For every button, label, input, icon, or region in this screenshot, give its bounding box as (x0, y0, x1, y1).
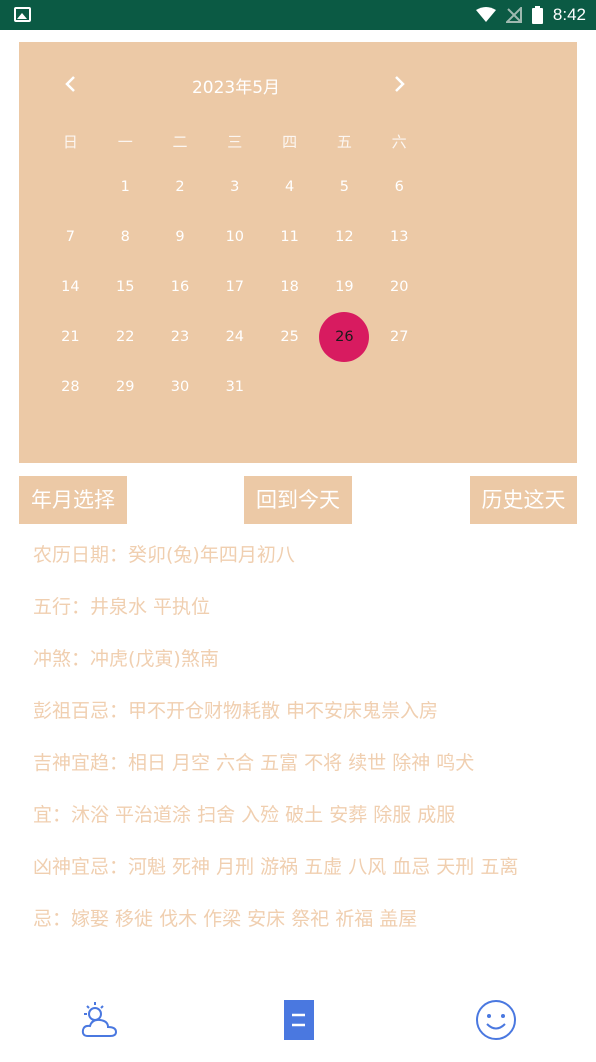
five-elements-text: 五行：井泉水 平执位 (33, 596, 211, 618)
day-cell[interactable]: 3 (207, 162, 262, 212)
status-bar: 8:42 (0, 0, 596, 30)
weekday-label: 一 (117, 133, 133, 151)
day-number: 27 (389, 329, 409, 345)
year-month-select-button[interactable]: 年月选择 (19, 476, 127, 524)
day-cell-selected[interactable]: 26 (317, 312, 372, 362)
day-number: 4 (284, 179, 295, 195)
day-number: 22 (115, 329, 135, 345)
calendar-doc-icon (284, 1000, 314, 1040)
image-notification-icon (14, 7, 31, 22)
day-cell[interactable]: 16 (153, 262, 208, 312)
day-cell[interactable]: 4 (262, 162, 317, 212)
day-cell[interactable]: 2 (153, 162, 208, 212)
weekday-header: 日一二三四五六 (43, 131, 427, 152)
day-cell[interactable]: 1 (98, 162, 153, 212)
lunar-date-text: 农历日期：癸卯(兔)年四月初八 (33, 544, 295, 566)
day-number: 5 (339, 179, 350, 195)
day-cell[interactable]: 30 (153, 362, 208, 412)
day-cell[interactable]: 7 (43, 212, 98, 262)
day-cell[interactable]: 25 (262, 312, 317, 362)
day-number: 23 (170, 329, 190, 345)
day-cell[interactable]: 10 (207, 212, 262, 262)
day-cell[interactable]: 8 (98, 212, 153, 262)
day-cell[interactable]: 21 (43, 312, 98, 362)
day-cell[interactable]: 11 (262, 212, 317, 262)
day-number: 24 (225, 329, 245, 345)
day-number: 15 (115, 279, 135, 295)
nav-calendar[interactable] (277, 998, 321, 1042)
weekday-label: 三 (227, 133, 243, 151)
suitable-text: 宜：沐浴 平治道涂 扫舍 入殓 破土 安葬 除服 成服 (33, 804, 456, 826)
day-number: 31 (225, 379, 245, 395)
day-cell[interactable]: 24 (207, 312, 262, 362)
back-to-today-button[interactable]: 回到今天 (244, 476, 352, 524)
day-number: 28 (61, 379, 80, 395)
calendar-panel: 2023年5月 日一二三四五六 1 2 3 4 5 6 7 8 9 10 11 12 13 14 15 16 1… (19, 42, 577, 463)
battery-icon (531, 6, 543, 24)
day-number: 8 (120, 229, 130, 245)
day-number: 10 (225, 229, 245, 245)
day-cell[interactable]: 27 (372, 312, 427, 362)
day-number: 6 (394, 179, 404, 195)
inauspicious-gods-text: 凶神宜忌：河魁 死神 月刑 游祸 五虚 八风 血忌 天刑 五离 (33, 856, 519, 878)
day-cell[interactable]: 6 (372, 162, 427, 212)
day-number: 11 (280, 229, 299, 245)
day-cell[interactable]: 22 (98, 312, 153, 362)
day-cell[interactable]: 20 (372, 262, 427, 312)
day-number: 3 (230, 179, 240, 195)
day-number: 20 (389, 279, 409, 295)
auspicious-gods-text: 吉神宜趋：相日 月空 六合 五富 不将 续世 除神 鸣犬 (33, 752, 475, 774)
nav-profile[interactable] (474, 998, 518, 1042)
bottom-navigation (0, 990, 596, 1062)
day-number: 29 (115, 379, 135, 395)
weekday-label: 六 (391, 133, 407, 151)
day-number: 26 (319, 312, 370, 362)
weekday-label: 二 (172, 133, 188, 151)
day-cell[interactable]: 29 (98, 362, 153, 412)
day-number: 25 (280, 329, 299, 345)
day-cell[interactable]: 18 (262, 262, 317, 312)
day-number: 17 (225, 279, 245, 295)
day-number: 16 (170, 279, 190, 295)
history-today-button[interactable]: 历史这天 (470, 476, 577, 524)
status-time: 8:42 (552, 5, 586, 24)
day-number: 9 (175, 229, 185, 245)
smiley-icon (476, 1000, 516, 1040)
day-cell[interactable]: 5 (317, 162, 372, 212)
day-number: 12 (335, 229, 354, 245)
status-icons: 8:42 (475, 4, 586, 26)
pengzu-taboo-text: 彭祖百忌：甲不开仓财物耗散 申不安床鬼祟入房 (33, 700, 439, 722)
day-cell[interactable]: 15 (98, 262, 153, 312)
day-cell[interactable]: 12 (317, 212, 372, 262)
day-number: 18 (280, 279, 299, 295)
weekday-label: 四 (282, 133, 298, 151)
day-number: 14 (61, 279, 80, 295)
day-cell[interactable]: 17 (207, 262, 262, 312)
day-number: 30 (170, 379, 190, 395)
avoid-text: 忌：嫁娶 移徙 伐木 作梁 安床 祭祀 祈福 盖屋 (33, 908, 418, 930)
wifi-icon (475, 7, 496, 22)
day-number: 21 (61, 329, 80, 345)
chevron-right-icon (395, 76, 405, 92)
day-number: 1 (120, 179, 130, 195)
day-number: 19 (335, 279, 354, 295)
weekday-label: 日 (62, 133, 78, 151)
day-cell[interactable]: 23 (153, 312, 208, 362)
next-month-button[interactable] (387, 72, 411, 96)
day-number: 7 (65, 229, 76, 245)
day-cell[interactable]: 9 (153, 212, 208, 262)
day-number: 2 (175, 179, 185, 195)
no-signal-icon (505, 7, 522, 23)
day-cell[interactable]: 19 (317, 262, 372, 312)
clash-text: 冲煞：冲虎(戊寅)煞南 (33, 648, 219, 670)
day-number: 13 (389, 229, 409, 245)
day-cell[interactable]: 31 (207, 362, 262, 412)
weekday-label: 五 (336, 133, 352, 151)
day-cell[interactable]: 14 (43, 262, 98, 312)
weather-icon (81, 1002, 118, 1037)
nav-weather[interactable] (78, 998, 122, 1042)
day-cell[interactable]: 13 (372, 212, 427, 262)
day-cell[interactable]: 28 (43, 362, 98, 412)
